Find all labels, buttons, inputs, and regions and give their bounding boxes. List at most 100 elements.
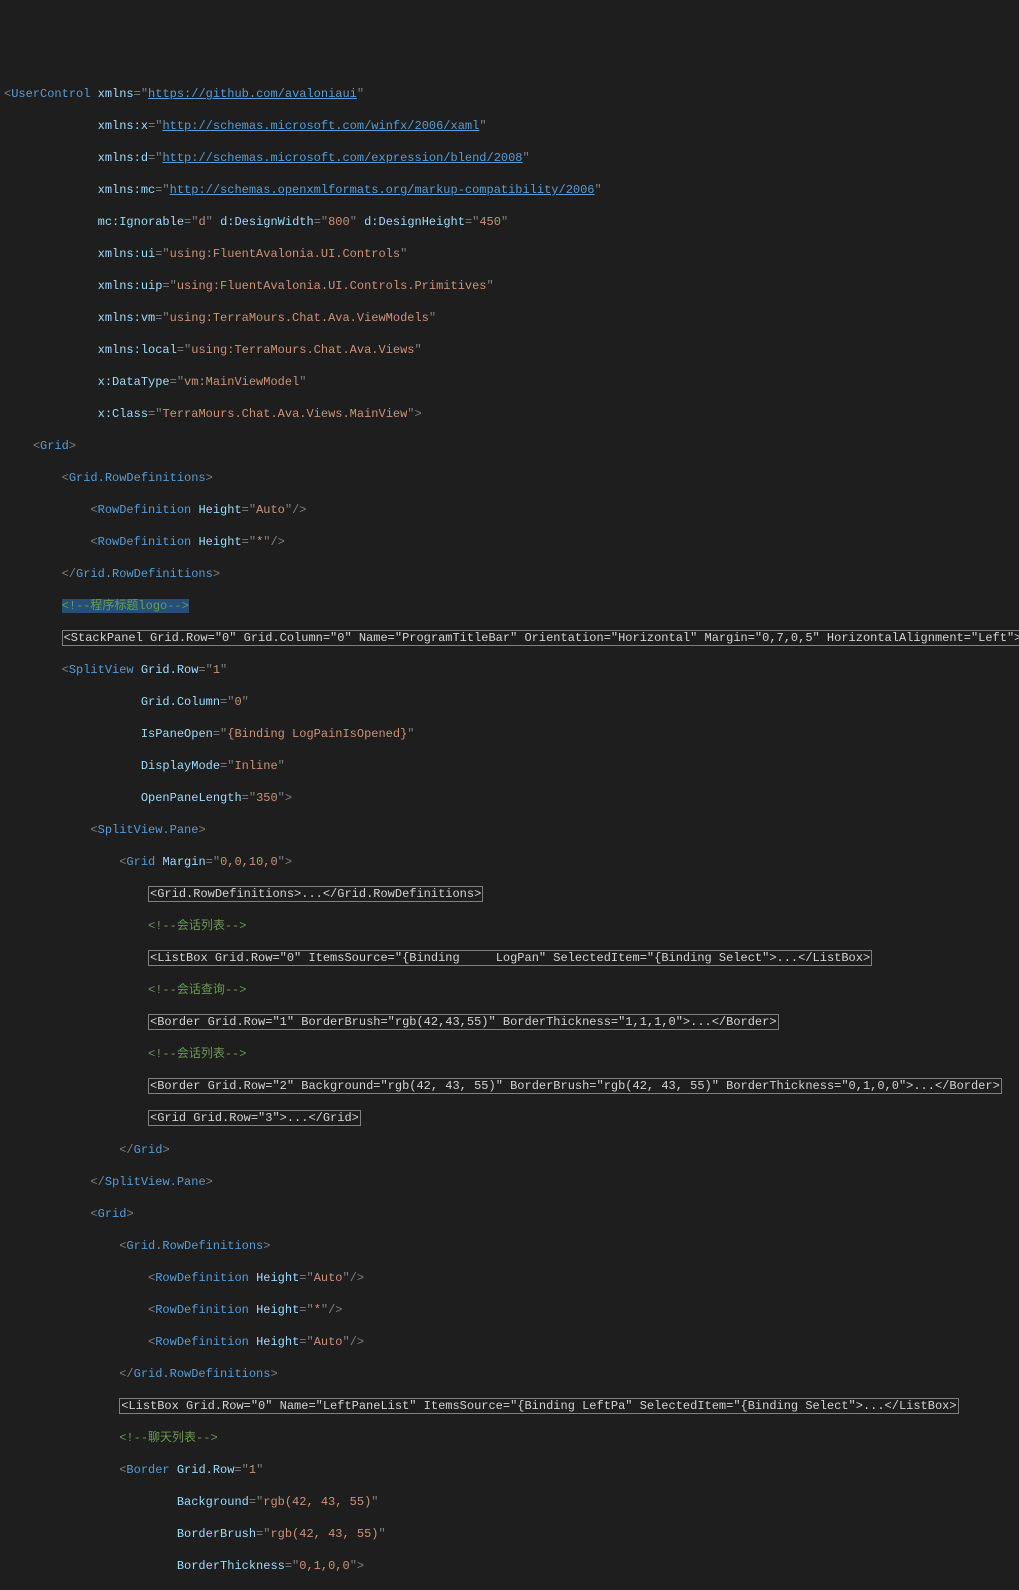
code-editor[interactable]: <UserControl xmlns="https://github.com/a… bbox=[0, 64, 1019, 1590]
attr: BorderThickness bbox=[177, 1559, 285, 1573]
code-line[interactable]: xmlns:x="http://schemas.microsoft.com/wi… bbox=[4, 118, 1019, 134]
code-line[interactable]: <Border Grid.Row="2" Background="rgb(42,… bbox=[4, 1078, 1019, 1094]
attr: x:DataType bbox=[98, 375, 170, 389]
code-line[interactable]: Background="rgb(42, 43, 55)" bbox=[4, 1494, 1019, 1510]
tag: Grid.RowDefinitions bbox=[134, 1367, 271, 1381]
value: 800 bbox=[328, 215, 350, 229]
tag: RowDefinition bbox=[155, 1335, 249, 1349]
code-line[interactable]: <RowDefinition Height="*"/> bbox=[4, 1302, 1019, 1318]
attr: x:Class bbox=[98, 407, 148, 421]
value: Auto bbox=[314, 1335, 343, 1349]
value: 0,0,10,0 bbox=[220, 855, 278, 869]
code-line[interactable]: <Grid Grid.Row="3">...</Grid> bbox=[4, 1110, 1019, 1126]
code-line[interactable]: <Grid> bbox=[4, 438, 1019, 454]
attr: d:DesignWidth bbox=[220, 215, 314, 229]
code-line[interactable]: <Grid.RowDefinitions> bbox=[4, 470, 1019, 486]
code-line[interactable]: xmlns:vm="using:TerraMours.Chat.Ava.View… bbox=[4, 310, 1019, 326]
link[interactable]: https://github.com/avaloniaui bbox=[148, 87, 357, 101]
value: rgb(42, 43, 55) bbox=[270, 1527, 378, 1541]
link[interactable]: http://schemas.microsoft.com/expression/… bbox=[162, 151, 522, 165]
value: 450 bbox=[479, 215, 501, 229]
attr: Height bbox=[256, 1303, 299, 1317]
code-line[interactable]: BorderThickness="0,1,0,0"> bbox=[4, 1558, 1019, 1574]
attr: Height bbox=[198, 535, 241, 549]
code-line[interactable]: x:Class="TerraMours.Chat.Ava.Views.MainV… bbox=[4, 406, 1019, 422]
folded-region[interactable]: <StackPanel Grid.Row="0" Grid.Column="0"… bbox=[62, 630, 1019, 646]
value: 0,1,0,0 bbox=[299, 1559, 349, 1573]
code-line[interactable]: <Grid Margin="0,0,10,0"> bbox=[4, 854, 1019, 870]
attr: d:DesignHeight bbox=[364, 215, 465, 229]
code-line[interactable]: xmlns:ui="using:FluentAvalonia.UI.Contro… bbox=[4, 246, 1019, 262]
value: TerraMours.Chat.Ava.Views.MainView bbox=[162, 407, 407, 421]
code-line[interactable]: x:DataType="vm:MainViewModel" bbox=[4, 374, 1019, 390]
code-line[interactable]: <!--程序标题logo--> bbox=[4, 598, 1019, 614]
value: Inline bbox=[234, 759, 277, 773]
attr: DisplayMode bbox=[141, 759, 220, 773]
link[interactable]: http://schemas.microsoft.com/winfx/2006/… bbox=[162, 119, 479, 133]
code-line[interactable]: <!--会话列表--> bbox=[4, 918, 1019, 934]
value: {Binding LogPainIsOpened} bbox=[227, 727, 407, 741]
code-line[interactable]: <Border Grid.Row="1" bbox=[4, 1462, 1019, 1478]
code-line[interactable]: <Border Grid.Row="1" BorderBrush="rgb(42… bbox=[4, 1014, 1019, 1030]
folded-region[interactable]: <ListBox Grid.Row="0" Name="LeftPaneList… bbox=[119, 1398, 958, 1414]
tag: SplitView bbox=[69, 663, 134, 677]
code-line[interactable]: <SplitView Grid.Row="1" bbox=[4, 662, 1019, 678]
code-line[interactable]: <Grid> bbox=[4, 1206, 1019, 1222]
code-line[interactable]: DisplayMode="Inline" bbox=[4, 758, 1019, 774]
code-line[interactable]: xmlns:mc="http://schemas.openxmlformats.… bbox=[4, 182, 1019, 198]
code-line[interactable]: <SplitView.Pane> bbox=[4, 822, 1019, 838]
code-line[interactable]: <!--会话查询--> bbox=[4, 982, 1019, 998]
value: using:TerraMours.Chat.Ava.ViewModels bbox=[170, 311, 429, 325]
code-line[interactable]: </Grid.RowDefinitions> bbox=[4, 566, 1019, 582]
code-line[interactable]: mc:Ignorable="d" d:DesignWidth="800" d:D… bbox=[4, 214, 1019, 230]
value: 0 bbox=[234, 695, 241, 709]
tag: Grid.RowDefinitions bbox=[126, 1239, 263, 1253]
code-line[interactable]: <StackPanel Grid.Row="0" Grid.Column="0"… bbox=[4, 630, 1019, 646]
code-line[interactable]: IsPaneOpen="{Binding LogPainIsOpened}" bbox=[4, 726, 1019, 742]
code-line[interactable]: <RowDefinition Height="Auto"/> bbox=[4, 1270, 1019, 1286]
code-line[interactable]: xmlns:local="using:TerraMours.Chat.Ava.V… bbox=[4, 342, 1019, 358]
code-line[interactable]: <RowDefinition Height="*"/> bbox=[4, 534, 1019, 550]
code-line[interactable]: Grid.Column="0" bbox=[4, 694, 1019, 710]
tag: RowDefinition bbox=[98, 535, 192, 549]
code-line[interactable]: xmlns:d="http://schemas.microsoft.com/ex… bbox=[4, 150, 1019, 166]
comment: !--会话查询-- bbox=[155, 983, 239, 997]
folded-region[interactable]: <Border Grid.Row="1" BorderBrush="rgb(42… bbox=[148, 1014, 779, 1030]
code-line[interactable]: <RowDefinition Height="Auto"/> bbox=[4, 1334, 1019, 1350]
attr: xmlns:ui bbox=[98, 247, 156, 261]
code-line[interactable]: <!--聊天列表--> bbox=[4, 1430, 1019, 1446]
attr: IsPaneOpen bbox=[141, 727, 213, 741]
code-line[interactable]: OpenPaneLength="350"> bbox=[4, 790, 1019, 806]
attr: xmlns:mc bbox=[98, 183, 156, 197]
tag: Grid.RowDefinitions bbox=[69, 471, 206, 485]
folded-region[interactable]: <Grid.RowDefinitions>...</Grid.RowDefini… bbox=[148, 886, 483, 902]
folded-region[interactable]: <Grid Grid.Row="3">...</Grid> bbox=[148, 1110, 361, 1126]
code-line[interactable]: </SplitView.Pane> bbox=[4, 1174, 1019, 1190]
attr: mc:Ignorable bbox=[98, 215, 184, 229]
attr: Height bbox=[198, 503, 241, 517]
tag: RowDefinition bbox=[155, 1303, 249, 1317]
code-line[interactable]: <!--会话列表--> bbox=[4, 1046, 1019, 1062]
code-line[interactable]: <Grid.RowDefinitions> bbox=[4, 1238, 1019, 1254]
tag: SplitView.Pane bbox=[105, 1175, 206, 1189]
code-line[interactable]: BorderBrush="rgb(42, 43, 55)" bbox=[4, 1526, 1019, 1542]
code-line[interactable]: </Grid> bbox=[4, 1142, 1019, 1158]
code-line[interactable]: <ListBox Grid.Row="0" ItemsSource="{Bind… bbox=[4, 950, 1019, 966]
code-line[interactable]: </Grid.RowDefinitions> bbox=[4, 1366, 1019, 1382]
folded-region[interactable]: <ListBox Grid.Row="0" ItemsSource="{Bind… bbox=[148, 950, 872, 966]
attr: Grid.Row bbox=[141, 663, 199, 677]
code-line[interactable]: <Grid.RowDefinitions>...</Grid.RowDefini… bbox=[4, 886, 1019, 902]
code-line[interactable]: <UserControl xmlns="https://github.com/a… bbox=[4, 86, 1019, 102]
tag: Grid bbox=[40, 439, 69, 453]
code-line[interactable]: <RowDefinition Height="Auto"/> bbox=[4, 502, 1019, 518]
link[interactable]: http://schemas.openxmlformats.org/markup… bbox=[170, 183, 595, 197]
folded-region[interactable]: <Border Grid.Row="2" Background="rgb(42,… bbox=[148, 1078, 1002, 1094]
code-line[interactable]: <ListBox Grid.Row="0" Name="LeftPaneList… bbox=[4, 1398, 1019, 1414]
value: using:FluentAvalonia.UI.Controls bbox=[170, 247, 400, 261]
code-line[interactable]: xmlns:uip="using:FluentAvalonia.UI.Contr… bbox=[4, 278, 1019, 294]
attr: Height bbox=[256, 1335, 299, 1349]
attr: Background bbox=[177, 1495, 249, 1509]
value: Auto bbox=[314, 1271, 343, 1285]
value: using:TerraMours.Chat.Ava.Views bbox=[191, 343, 414, 357]
value: 1 bbox=[213, 663, 220, 677]
